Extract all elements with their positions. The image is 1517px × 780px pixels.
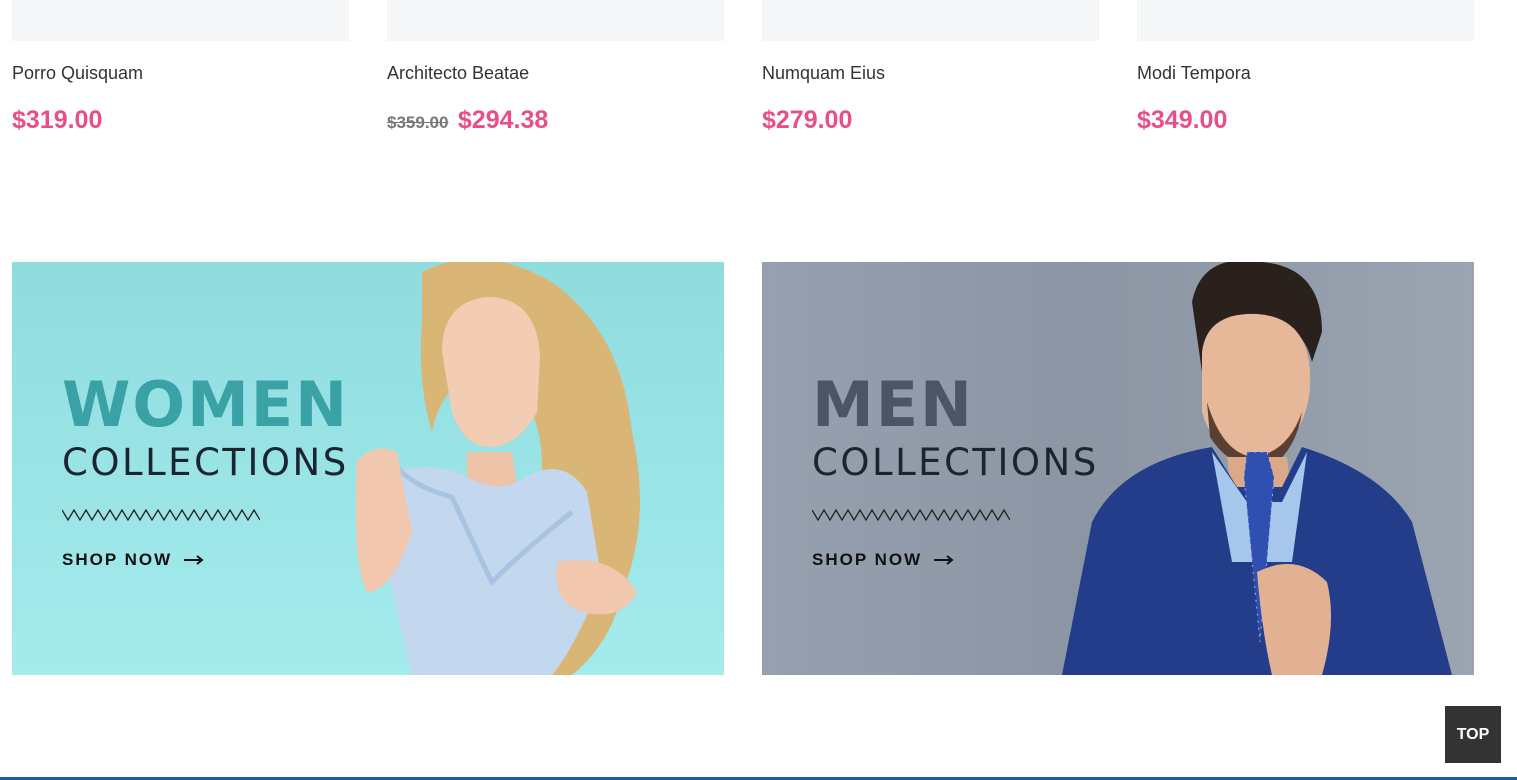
product-name[interactable]: Numquam Eius [762, 63, 1099, 83]
banner-subtitle: COLLECTIONS [812, 441, 1099, 484]
product-old-price: $359.00 [387, 113, 449, 132]
product-prices: $359.00 $294.38 [387, 105, 724, 139]
banner-title: MEN [812, 368, 974, 441]
product-card[interactable]: Numquam Eius $279.00 [762, 0, 1099, 139]
zigzag-icon [62, 508, 260, 522]
product-name[interactable]: Architecto Beatae [387, 63, 724, 83]
back-to-top-button[interactable]: TOP [1445, 706, 1501, 763]
shop-now-link[interactable]: SHOP NOW [62, 549, 204, 571]
product-prices: $279.00 [762, 105, 1099, 139]
product-card[interactable]: Modi Tempora $349.00 [1137, 0, 1474, 139]
product-prices: $319.00 [12, 105, 349, 139]
women-collection-banner[interactable]: WOMEN COLLECTIONS SHOP NOW [12, 262, 724, 675]
product-prices: $349.00 [1137, 105, 1474, 139]
long-arrow-right-icon [184, 549, 204, 571]
men-collection-banner[interactable]: MEN COLLECTIONS SHOP NOW [762, 262, 1474, 675]
product-card[interactable]: Porro Quisquam $319.00 [12, 0, 349, 139]
product-price: $279.00 [762, 106, 853, 134]
banner-subtitle: COLLECTIONS [62, 441, 349, 484]
product-price: $349.00 [1137, 106, 1228, 134]
long-arrow-right-icon [934, 549, 954, 571]
banner-title: WOMEN [62, 368, 350, 441]
product-price: $294.38 [457, 106, 549, 134]
zigzag-icon [812, 508, 1010, 522]
shop-now-link[interactable]: SHOP NOW [812, 549, 954, 571]
shop-now-label: SHOP NOW [812, 550, 923, 569]
product-card[interactable]: Architecto Beatae $359.00 $294.38 [387, 0, 724, 139]
product-image[interactable] [387, 0, 724, 41]
product-name[interactable]: Porro Quisquam [12, 63, 349, 83]
shop-now-label: SHOP NOW [62, 550, 173, 569]
product-grid: Porro Quisquam $319.00 Architecto Beatae… [0, 0, 1517, 180]
product-image[interactable] [762, 0, 1099, 41]
product-price: $319.00 [12, 106, 103, 134]
product-image[interactable] [12, 0, 349, 41]
product-name[interactable]: Modi Tempora [1137, 63, 1474, 83]
product-image[interactable] [1137, 0, 1474, 41]
